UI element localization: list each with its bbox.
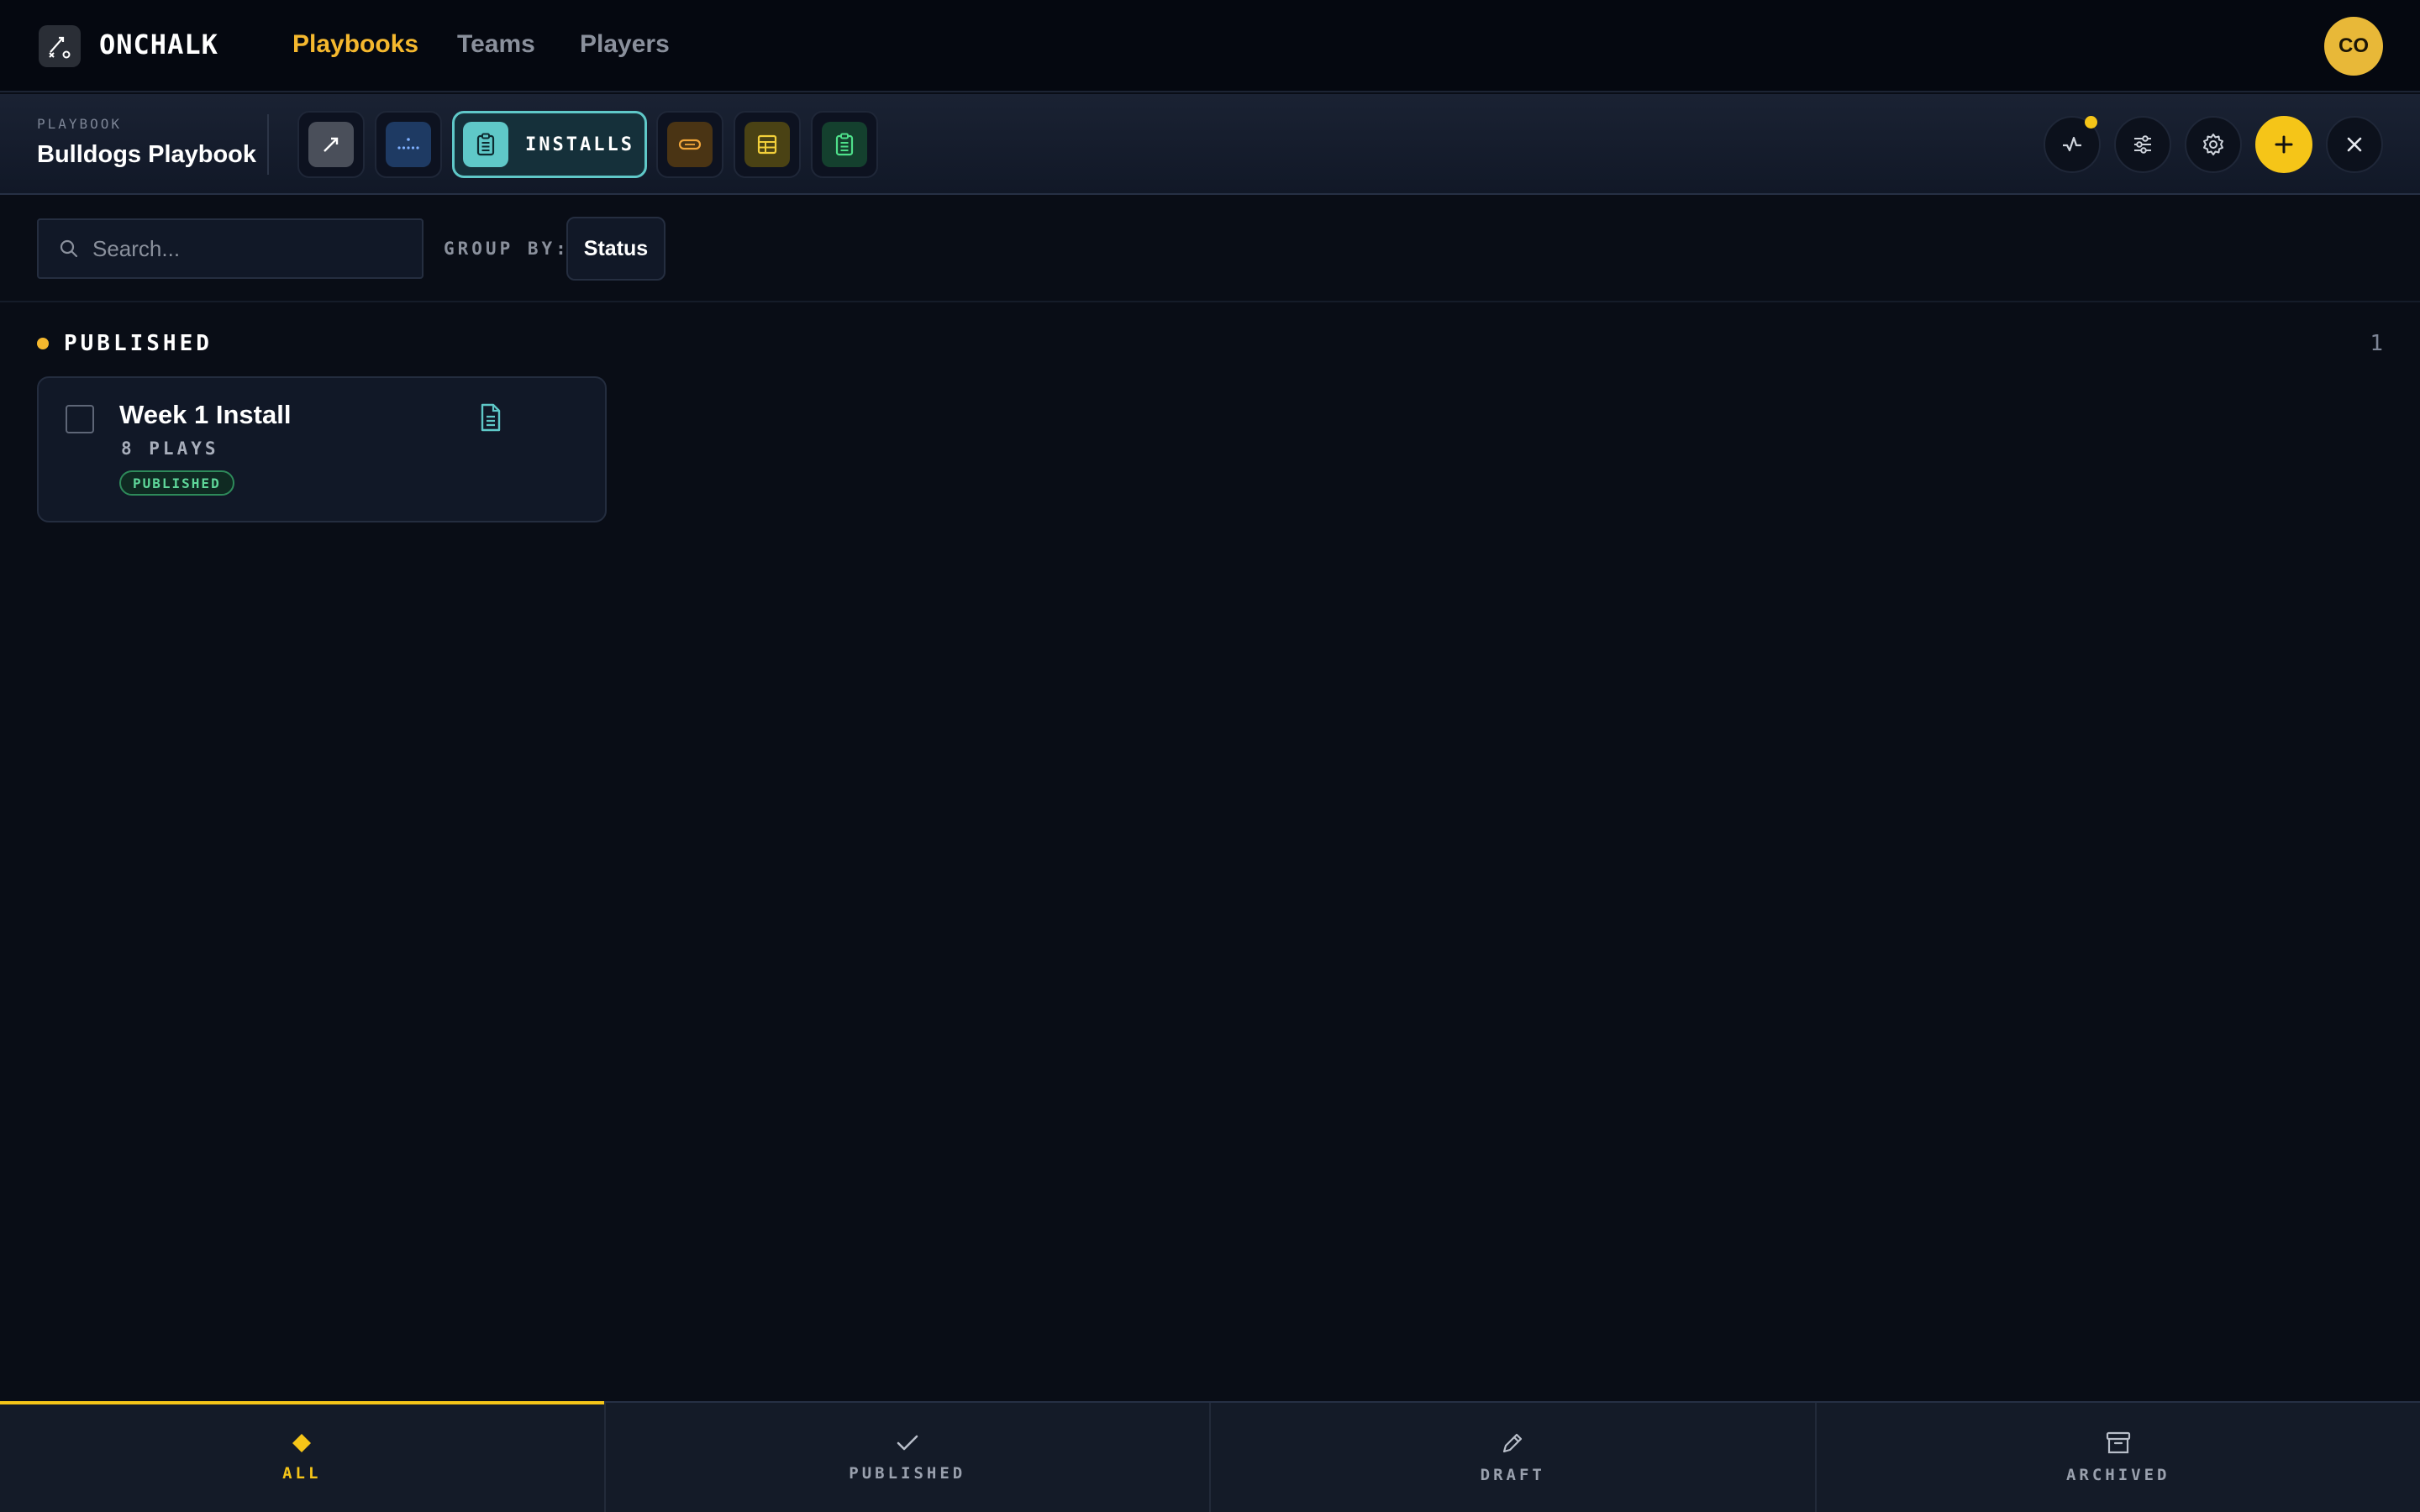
status-badge: PUBLISHED <box>119 470 234 496</box>
close-icon <box>2347 137 2362 152</box>
nav-playbooks[interactable]: Playbooks <box>292 30 418 59</box>
tab-draft[interactable]: DRAFT <box>1211 1403 1817 1512</box>
archive-icon <box>2106 1431 2130 1454</box>
section-title[interactable]: PUBLISHED <box>64 331 213 356</box>
group-by-label: GROUP BY: <box>444 239 570 259</box>
playbook-title: Bulldogs Playbook <box>37 141 257 168</box>
pencil-icon <box>1503 1433 1523 1453</box>
diamond-icon <box>292 1434 312 1452</box>
tab-all[interactable]: ALL <box>0 1401 606 1512</box>
section-count: 1 <box>2370 331 2383 356</box>
tab-published-label: PUBLISHED <box>849 1464 966 1483</box>
tab-archived-label: ARCHIVED <box>2065 1466 2170 1484</box>
wristband-icon <box>667 122 713 167</box>
nav-teams[interactable]: Teams <box>457 30 535 59</box>
close-button[interactable] <box>2326 116 2383 173</box>
tool-checklist-button[interactable] <box>811 111 878 178</box>
table-icon <box>744 122 790 167</box>
search-icon <box>60 239 78 258</box>
tool-plays-button[interactable] <box>297 111 365 178</box>
gear-icon <box>2203 134 2223 155</box>
sliders-icon <box>2134 135 2151 154</box>
install-card[interactable]: Week 1 Install 8 PLAYS PUBLISHED <box>37 376 607 522</box>
check-icon <box>897 1435 918 1451</box>
playbook-toolbar: PLAYBOOK Bulldogs Playbook INSTALLS <box>0 94 2420 195</box>
tool-installs-label: INSTALLS <box>525 134 634 155</box>
clipboard-list-icon <box>822 122 867 167</box>
tool-wristband-button[interactable] <box>656 111 723 178</box>
filter-row: GROUP BY: Status <box>0 195 2420 302</box>
section-status-dot <box>37 338 49 349</box>
status-tab-bar: ALL PUBLISHED DRAFT ARCHIVED <box>0 1401 2420 1512</box>
card-checkbox[interactable] <box>66 405 94 433</box>
document-icon <box>479 403 502 436</box>
activity-icon <box>2063 136 2081 152</box>
nav-players[interactable]: Players <box>580 30 670 59</box>
logo-icon[interactable] <box>39 25 81 67</box>
settings-button[interactable] <box>2185 116 2242 173</box>
filters-button[interactable] <box>2114 116 2171 173</box>
card-title: Week 1 Install <box>119 400 292 429</box>
toolbar-divider <box>267 114 269 175</box>
clipboard-icon <box>463 122 508 167</box>
activity-button[interactable] <box>2044 116 2101 173</box>
tool-callsheet-button[interactable] <box>734 111 801 178</box>
search-input[interactable] <box>91 234 397 263</box>
plus-icon <box>2275 135 2293 154</box>
arrow-pen-icon <box>308 122 354 167</box>
tab-archived[interactable]: ARCHIVED <box>1817 1403 2420 1512</box>
search-box[interactable] <box>37 218 424 279</box>
user-avatar[interactable]: CO <box>2324 17 2383 76</box>
formation-icon <box>386 122 431 167</box>
tab-draft-label: DRAFT <box>1480 1466 1545 1484</box>
tool-formations-button[interactable] <box>375 111 442 178</box>
brand-name[interactable]: ONCHALK <box>99 29 218 60</box>
top-navigation: ONCHALK Playbooks Teams Players CO <box>0 0 2420 92</box>
tab-all-label: ALL <box>282 1464 322 1483</box>
tool-installs-button[interactable]: INSTALLS <box>452 111 647 178</box>
playbook-eyebrow: PLAYBOOK <box>37 116 123 132</box>
card-play-count: 8 PLAYS <box>121 438 219 459</box>
tab-published[interactable]: PUBLISHED <box>606 1403 1211 1512</box>
group-by-select[interactable]: Status <box>566 217 666 281</box>
add-button[interactable] <box>2255 116 2312 173</box>
notification-dot <box>2085 116 2097 129</box>
